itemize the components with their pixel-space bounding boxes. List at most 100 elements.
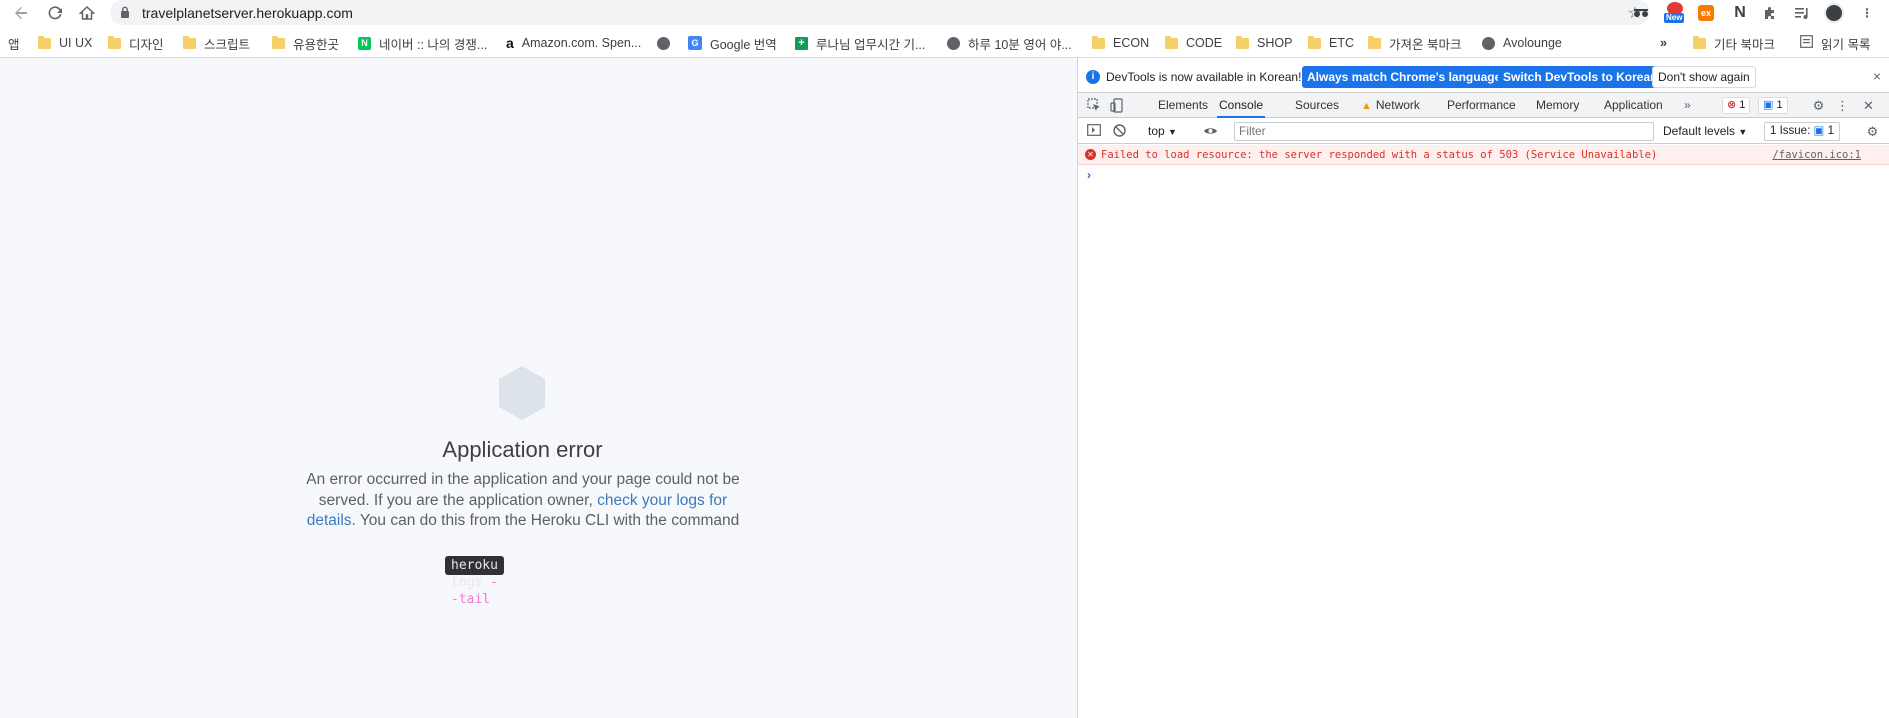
tab-console[interactable]: Console: [1217, 93, 1266, 118]
context-selector[interactable]: top ▼: [1148, 124, 1177, 138]
always-match-language-button[interactable]: Always match Chrome's language: [1302, 66, 1507, 88]
globe-icon: [657, 36, 670, 50]
bookmark-folder-ui-ux[interactable]: UI UX: [38, 34, 92, 52]
issues-button[interactable]: 1 Issue: ▣ 1: [1764, 122, 1840, 141]
folder-icon: [1308, 35, 1321, 49]
message-count-badge[interactable]: ▣ 1: [1758, 97, 1788, 114]
bookmark-label: 네이버 :: 나의 경쟁...: [379, 37, 488, 52]
tab-memory[interactable]: Memory: [1534, 93, 1581, 118]
bookmark-naver[interactable]: N 네이버 :: 나의 경쟁...: [358, 34, 487, 52]
error-source-link[interactable]: /favicon.ico:1: [1772, 149, 1861, 161]
bookmark-label: 가져온 북마크: [1389, 37, 1462, 52]
bookmark-label: 디자인: [129, 37, 164, 52]
bookmark-label: SHOP: [1257, 36, 1293, 50]
back-arrow-icon[interactable]: [10, 2, 32, 24]
google-translate-icon: G: [688, 36, 702, 50]
bookmark-label: 하루 10분 영어 야...: [968, 37, 1072, 52]
media-control-icon[interactable]: [1791, 2, 1813, 24]
bookmark-avolounge[interactable]: Avolounge: [1482, 34, 1562, 52]
ex-extension-icon[interactable]: ex: [1695, 2, 1717, 24]
levels-label: Default levels: [1663, 124, 1736, 138]
bookmark-label: CODE: [1186, 36, 1223, 50]
lock-icon[interactable]: [120, 6, 130, 21]
bookmark-work-hours-sheet[interactable]: + 루나님 업무시간 기...: [795, 34, 925, 52]
switch-to-korean-button[interactable]: Switch DevTools to Korean: [1498, 66, 1663, 88]
console-prompt[interactable]: ›: [1087, 168, 1091, 182]
bookmark-folder-imported[interactable]: 가져온 북마크: [1368, 34, 1461, 52]
browser-menu-icon[interactable]: ⋮: [1856, 2, 1878, 24]
folder-icon: [1693, 35, 1706, 49]
error-count-badge[interactable]: ⊗ 1: [1722, 97, 1751, 114]
bookmark-english-10min[interactable]: 하루 10분 영어 야...: [947, 34, 1072, 52]
bookmark-folder-shop[interactable]: SHOP: [1236, 34, 1292, 52]
folder-icon: [1165, 35, 1178, 49]
bookmark-apps[interactable]: 앱: [8, 34, 20, 52]
chevron-down-icon: ▼: [1168, 127, 1177, 137]
bookmark-folder-code[interactable]: CODE: [1165, 34, 1222, 52]
more-tabs-chevron-icon[interactable]: »: [1682, 93, 1693, 118]
heroku-command: heroku logs --tail: [445, 556, 504, 607]
url-text[interactable]: travelplanetserver.herokuapp.com: [142, 5, 353, 21]
log-levels-dropdown[interactable]: Default levels ▼: [1663, 124, 1747, 138]
close-infobar-icon[interactable]: ×: [1873, 68, 1881, 84]
bookmark-amazon[interactable]: a Amazon.com. Spen...: [506, 34, 641, 52]
tab-sources[interactable]: Sources: [1293, 93, 1341, 118]
close-devtools-icon[interactable]: ✕: [1861, 98, 1876, 113]
error-text: . You can do this from the Heroku CLI wi…: [351, 512, 740, 529]
devtools-menu-icon[interactable]: ⋮: [1835, 98, 1850, 113]
bookmark-label: ECON: [1113, 36, 1150, 50]
live-expression-eye-icon[interactable]: [1203, 124, 1218, 139]
settings-gear-icon[interactable]: ⚙: [1811, 98, 1826, 113]
folder-icon: [272, 35, 285, 49]
bookmark-folder-useful[interactable]: 유용한곳: [272, 34, 339, 52]
bookmark-label: 앱: [8, 37, 20, 52]
new-extension-icon[interactable]: New: [1664, 2, 1686, 24]
warning-icon: ▲: [1361, 100, 1372, 112]
reload-icon[interactable]: [44, 2, 66, 24]
error-description: An error occurred in the application and…: [296, 470, 750, 532]
chevron-down-icon: ▼: [1738, 127, 1748, 137]
bookmark-label: ETC: [1329, 36, 1354, 50]
home-icon[interactable]: [76, 2, 98, 24]
bookmarks-more-chevron-icon[interactable]: »: [1660, 34, 1667, 52]
folder-icon: [1092, 35, 1105, 49]
incognito-extension-icon[interactable]: [1630, 2, 1652, 24]
tab-application[interactable]: Application: [1602, 93, 1665, 118]
console-settings-gear-icon[interactable]: ⚙: [1865, 124, 1880, 139]
tab-network[interactable]: ▲ Network: [1359, 93, 1422, 118]
bookmark-label: Avolounge: [1503, 36, 1562, 50]
device-toolbar-icon[interactable]: [1109, 98, 1124, 113]
error-title: Application error: [442, 437, 603, 462]
bookmark-folder-design[interactable]: 디자인: [108, 34, 164, 52]
devtools-panel: i DevTools is now available in Korean! A…: [1078, 58, 1889, 718]
folder-icon: [108, 35, 121, 49]
bookmark-label: 스크립트: [204, 37, 251, 52]
dont-show-again-button[interactable]: Don't show again: [1652, 66, 1756, 88]
bookmark-folder-script[interactable]: 스크립트: [183, 34, 250, 52]
tab-elements[interactable]: Elements: [1156, 93, 1210, 118]
error-message-text: Failed to load resource: the server resp…: [1101, 149, 1658, 161]
message-count: 1: [1776, 99, 1783, 111]
profile-avatar[interactable]: [1823, 2, 1845, 24]
folder-icon: [1368, 35, 1381, 49]
inspect-element-icon[interactable]: [1086, 98, 1101, 113]
bookmark-label: UI UX: [59, 36, 93, 50]
tab-performance[interactable]: Performance: [1445, 93, 1518, 118]
bookmark-globe[interactable]: [657, 34, 678, 52]
address-bar[interactable]: travelplanetserver.herokuapp.com ☆: [110, 0, 1650, 25]
bookmark-folder-etc[interactable]: ETC: [1308, 34, 1354, 52]
clear-console-icon[interactable]: [1112, 124, 1127, 139]
show-sidebar-icon[interactable]: [1086, 124, 1101, 139]
puzzle-extensions-icon[interactable]: [1759, 2, 1781, 24]
infobar-message: DevTools is now available in Korean!: [1106, 70, 1302, 84]
reading-list-button[interactable]: 읽기 목록: [1800, 34, 1870, 52]
nn-extension-icon[interactable]: N: [1728, 2, 1750, 24]
nn-badge: N: [1734, 4, 1745, 21]
console-filter-input[interactable]: Filter: [1234, 122, 1654, 141]
globe-icon: [947, 36, 960, 50]
naver-icon: N: [358, 36, 371, 50]
bookmark-folder-econ[interactable]: ECON: [1092, 34, 1149, 52]
bookmark-label: 루나님 업무시간 기...: [816, 37, 926, 52]
bookmark-google-translate[interactable]: G Google 번역: [688, 34, 777, 52]
bookmark-other-folder[interactable]: 기타 북마크: [1693, 34, 1775, 52]
